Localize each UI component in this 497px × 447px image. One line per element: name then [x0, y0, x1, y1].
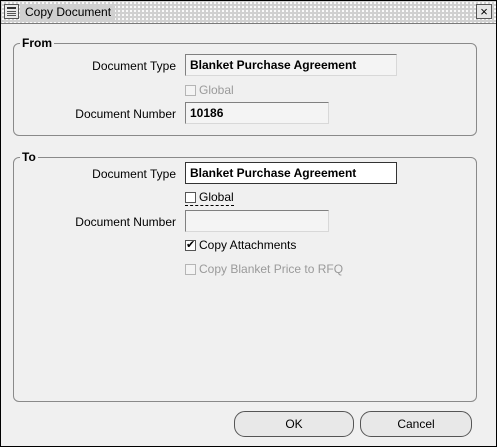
copy-document-dialog: Copy Document × From Document Type Blank…	[0, 0, 497, 447]
window-app-icon[interactable]	[4, 4, 19, 19]
to-group: To	[13, 150, 477, 402]
from-document-type-field[interactable]: Blanket Purchase Agreement	[185, 54, 397, 76]
copy-attachments-checkbox[interactable]: ✔ Copy Attachments	[185, 237, 296, 253]
to-global-label: Global	[199, 190, 234, 204]
to-document-type-label: Document Type	[92, 167, 176, 181]
ok-button[interactable]: OK	[234, 411, 354, 437]
cancel-button[interactable]: Cancel	[360, 411, 472, 437]
to-global-box[interactable]	[185, 191, 196, 203]
window-title: Copy Document	[21, 4, 116, 20]
from-global-label: Global	[199, 83, 234, 97]
to-document-number-field[interactable]	[185, 210, 329, 232]
from-group-title: From	[20, 36, 54, 50]
copy-attachments-label: Copy Attachments	[199, 238, 297, 252]
copy-blanket-price-label: Copy Blanket Price to RFQ	[199, 262, 344, 276]
from-document-number-field[interactable]: 10186	[185, 102, 329, 124]
to-group-title: To	[20, 150, 38, 164]
to-document-type-field[interactable]: Blanket Purchase Agreement	[185, 162, 397, 184]
copy-blanket-price-box	[185, 263, 196, 275]
from-document-number-label: Document Number	[75, 107, 176, 121]
from-document-type-label: Document Type	[92, 59, 176, 73]
checkmark-icon[interactable]: ✔	[185, 239, 196, 251]
from-global-box	[185, 84, 196, 96]
from-global-checkbox: Global	[185, 82, 234, 98]
close-icon[interactable]: ×	[476, 4, 492, 19]
title-bar[interactable]: Copy Document ×	[1, 1, 496, 24]
copy-blanket-price-checkbox: Copy Blanket Price to RFQ	[185, 261, 343, 277]
to-document-number-label: Document Number	[75, 215, 176, 229]
to-global-checkbox[interactable]: Global	[185, 189, 234, 206]
